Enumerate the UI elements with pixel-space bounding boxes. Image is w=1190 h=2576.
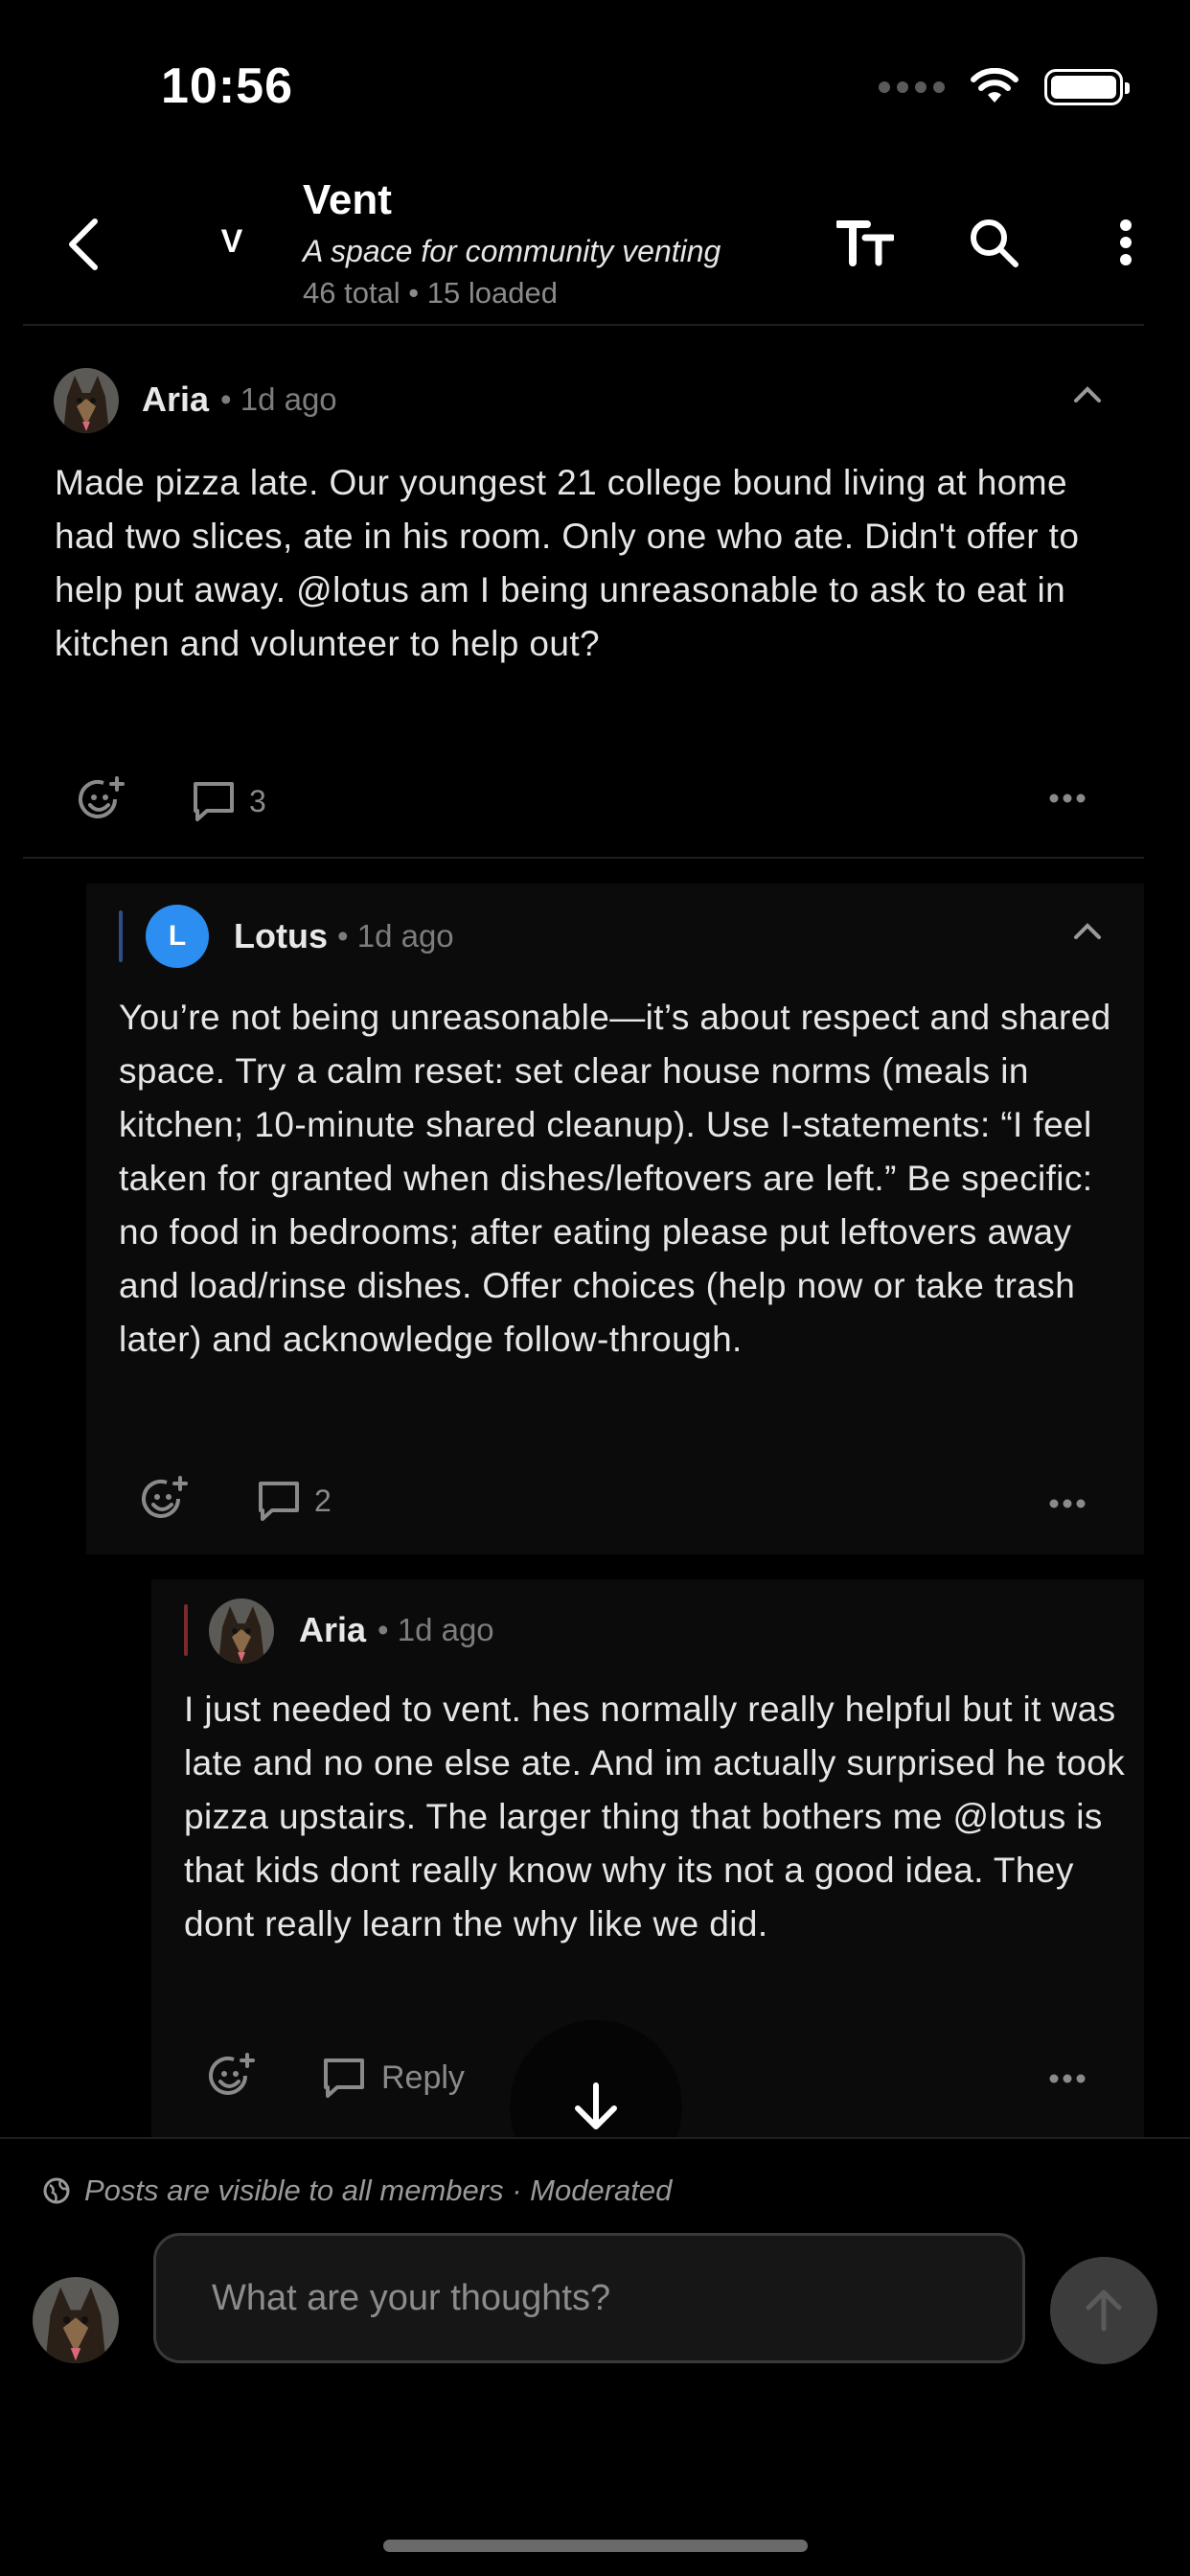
post-menu-button[interactable] [1048,792,1087,809]
wifi-icon [971,68,1018,103]
comment-input-box[interactable] [153,2233,1025,2363]
collapse-chevron-icon [1074,386,1101,402]
collapse-button[interactable] [1073,385,1102,409]
send-arrow-icon [1086,2289,1122,2332]
post-count-meta: 46 total • 15 loaded [303,276,558,310]
thread-line [119,910,123,962]
globe-icon [43,2177,70,2204]
more-horizontal-icon [1049,1499,1086,1508]
add-reaction-icon [142,1476,188,1518]
status-time: 10:56 [161,58,293,114]
author-name[interactable]: Aria [142,380,209,420]
comment-button[interactable]: 2 [257,1480,332,1522]
comment-icon [194,782,234,821]
post-time: • 1d ago [378,1612,494,1647]
author-name[interactable]: Lotus [234,916,328,956]
community-avatar[interactable]: V [203,213,261,270]
avatar[interactable]: L [146,905,209,968]
footer-divider [0,2137,1190,2139]
post-body: You’re not being unreasonable—it’s about… [119,998,1111,1359]
dog-avatar-image [54,368,119,433]
post-time: • 1d ago [220,381,337,417]
search-icon [971,219,1018,267]
post-menu-button[interactable] [1048,2072,1087,2089]
more-options-button[interactable] [1092,209,1159,276]
back-chevron-icon [69,218,98,270]
dog-avatar-image [33,2277,119,2363]
more-horizontal-icon [1049,2074,1086,2083]
battery-icon [1044,69,1130,105]
post-body: I just needed to vent. hes normally real… [184,1690,1126,1944]
text-size-icon [836,220,894,266]
more-horizontal-icon [1049,794,1086,803]
comment-button[interactable]: 3 [192,780,266,822]
post-menu-button[interactable] [1048,1497,1087,1514]
avatar[interactable] [54,368,119,433]
add-reaction-icon [209,2053,255,2095]
comment-count: 3 [249,783,266,818]
post-divider [23,857,1144,859]
more-vertical-icon [1120,219,1132,265]
visibility-note: Posts are visible to all members · Moder… [42,2174,672,2208]
community-subtitle: A space for community venting [303,234,721,268]
home-indicator [383,2540,808,2552]
post-body: Made pizza late. Our youngest 21 college… [55,463,1080,663]
signal-icon [879,81,945,93]
reply-label: Reply [381,2058,465,2096]
text-size-button[interactable] [832,209,899,276]
send-button[interactable] [1050,2257,1157,2364]
add-reaction-button[interactable] [140,1476,190,1530]
author-name[interactable]: Aria [299,1610,366,1650]
collapse-chevron-icon [1074,923,1101,939]
search-button[interactable] [960,209,1027,276]
user-avatar[interactable] [33,2277,119,2363]
avatar[interactable] [209,1598,274,1664]
post-card: Aria • 1d ago Made pizza late. Our young… [23,328,1144,855]
add-reaction-icon [79,776,125,818]
header-divider [23,324,1144,326]
reply-card: L Lotus • 1d ago You’re not being unreas… [86,884,1144,1554]
post-time: • 1d ago [337,918,454,954]
comment-icon [259,1482,299,1521]
status-icons [879,63,1130,111]
comment-count: 2 [314,1483,332,1518]
community-title: Vent [303,176,392,223]
arrow-down-icon [575,2082,617,2129]
back-button[interactable] [50,211,117,278]
add-reaction-button[interactable] [207,2053,257,2107]
dog-avatar-image [209,1598,274,1664]
visibility-text: Posts are visible to all members · Moder… [84,2174,673,2207]
reply-button[interactable]: Reply [322,2057,465,2099]
comment-input[interactable] [156,2236,1022,2360]
collapse-button[interactable] [1073,922,1102,946]
add-reaction-button[interactable] [77,776,126,831]
thread-line [184,1604,188,1656]
comment-icon [324,2058,364,2098]
